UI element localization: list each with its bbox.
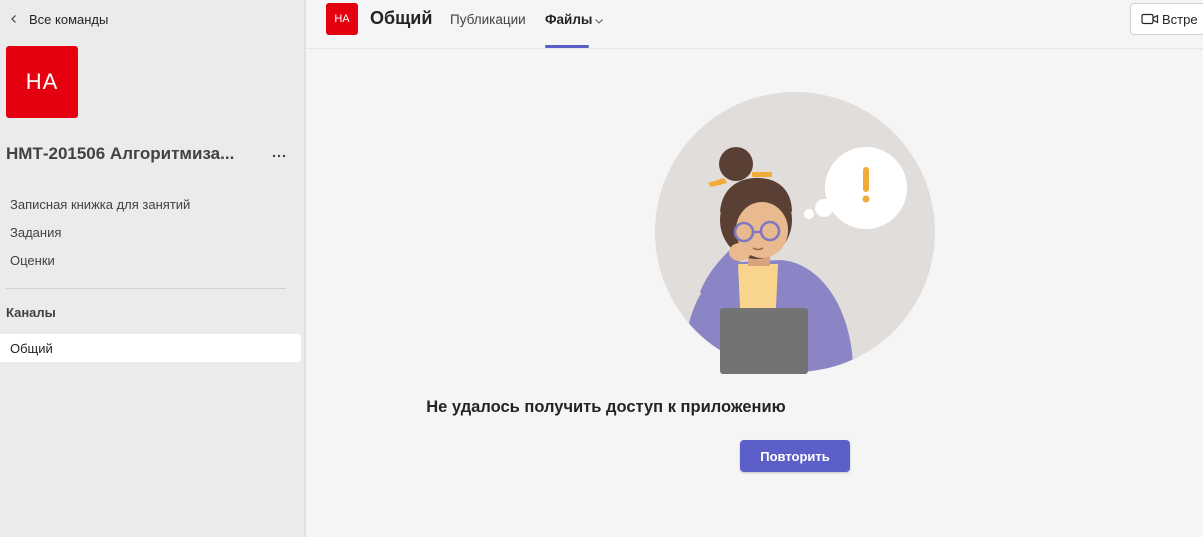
sidebar-item-assignments[interactable]: Задания: [0, 218, 302, 246]
more-options-button[interactable]: [268, 143, 290, 165]
all-teams-back-link[interactable]: Все команды: [6, 9, 108, 29]
team-name: НМТ-201506 Алгоритмиза...: [6, 144, 235, 163]
channel-avatar: НА: [326, 3, 358, 35]
sidebar: Все команды НА НМТ-201506 Алгоритмиза...…: [0, 0, 304, 537]
team-avatar: НА: [6, 46, 78, 118]
channels-heading: Каналы: [6, 305, 56, 320]
channel-item-general[interactable]: Общий: [0, 334, 301, 362]
sidebar-item-label: Задания: [10, 224, 62, 240]
error-message: Не удалось получить доступ к приложению: [426, 398, 786, 416]
active-tab-indicator: [545, 45, 589, 48]
chevron-left-icon: [6, 11, 22, 27]
channel-header: НА Общий Публикации Файлы Встре: [306, 0, 1203, 49]
retry-button[interactable]: Повторить: [740, 440, 850, 472]
sidebar-item-label: Оценки: [10, 252, 55, 268]
channel-item-label: Общий: [10, 340, 53, 356]
sidebar-item-class-notebook[interactable]: Записная книжка для занятий: [0, 190, 302, 218]
sidebar-item-label: Записная книжка для занятий: [10, 196, 191, 212]
pane-divider: [304, 0, 306, 537]
video-camera-icon: [1141, 12, 1159, 26]
meet-button[interactable]: Встре: [1130, 3, 1203, 35]
sidebar-divider: [6, 288, 286, 289]
meet-button-label: Встре: [1162, 11, 1198, 27]
more-options-icon: [272, 145, 286, 163]
all-teams-label: Все команды: [29, 11, 109, 27]
sidebar-item-grades[interactable]: Оценки: [0, 246, 302, 274]
tab-posts[interactable]: Публикации: [450, 12, 526, 27]
chevron-down-icon[interactable]: [593, 14, 605, 26]
error-illustration: [655, 92, 935, 374]
tab-files[interactable]: Файлы: [545, 12, 592, 27]
channel-title: Общий: [370, 8, 433, 28]
